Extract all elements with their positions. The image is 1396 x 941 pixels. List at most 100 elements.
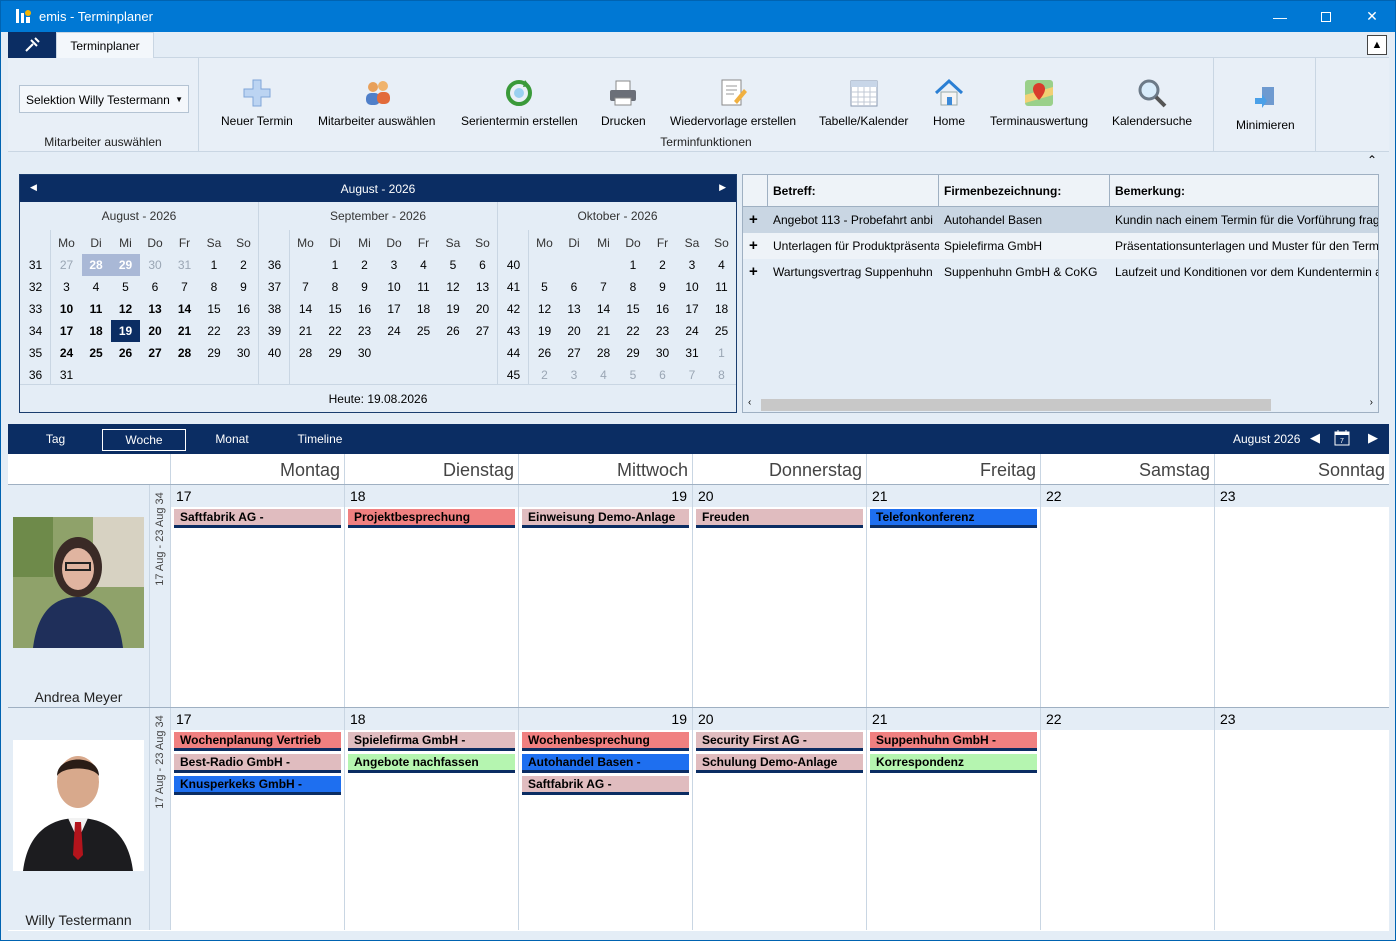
week-number[interactable]: 32 [21,276,50,298]
calendar-day[interactable]: 3 [678,254,707,276]
calendar-day[interactable]: 9 [229,276,258,298]
appointment[interactable]: Angebote nachfassen [348,754,515,773]
calendar-day[interactable]: 11 [82,298,111,320]
today-label[interactable]: Heute: 19.08.2026 [20,384,736,412]
calendar-day[interactable]: 27 [468,320,497,342]
calendar-day[interactable]: 16 [350,298,379,320]
calendar-day[interactable]: 13 [560,298,589,320]
week-number[interactable]: 40 [260,342,289,364]
tab-timeline[interactable]: Timeline [284,429,356,451]
calendar-day[interactable]: 24 [52,342,81,364]
calendar-day[interactable]: 26 [439,320,468,342]
create-recurring-button[interactable]: Serientermin erstellen [461,76,578,128]
week-number[interactable]: 33 [21,298,50,320]
week-number[interactable]: 40 [499,254,528,276]
print-button[interactable]: Drucken [601,76,646,128]
calendar-day[interactable]: 9 [648,276,677,298]
day-cell[interactable]: 19 Wochenbesprechung Autohandel Basen - Saf… [518,708,692,930]
tab-month[interactable]: Monat [203,429,261,451]
calendar-day[interactable]: 5 [111,276,140,298]
calendar-search-button[interactable]: Kalendersuche [1112,76,1192,128]
day-cell[interactable]: 20 Freuden [692,485,866,707]
appointment[interactable]: Best-Radio GmbH - [174,754,341,773]
calendar-day[interactable]: 27 [141,342,170,364]
calendar-day[interactable]: 29 [200,342,229,364]
expand-row-icon[interactable]: + [749,263,758,280]
appointment[interactable]: Korrespondenz [870,754,1037,773]
calendar-day[interactable]: 12 [439,276,468,298]
calendar-day[interactable]: 28 [589,342,618,364]
calendar-day[interactable]: 26 [111,342,140,364]
home-button[interactable]: Home [932,76,966,128]
minimize-window-button[interactable]: — [1257,1,1303,32]
scrollbar-thumb[interactable] [761,399,1271,411]
calendar-day[interactable]: 3 [380,254,409,276]
calendar-day[interactable]: 5 [619,364,648,386]
appointment[interactable]: Schulung Demo-Anlage [696,754,863,773]
calendar-day[interactable]: 2 [530,364,559,386]
collapse-panel-chevron-icon[interactable]: ⌃ [1367,153,1377,167]
calendar-day[interactable]: 29 [619,342,648,364]
day-cell[interactable]: 20 Security First AG - Schulung Demo-Anlag… [692,708,866,930]
calendar-day[interactable]: 9 [350,276,379,298]
calendar-day[interactable]: 10 [380,276,409,298]
appointment[interactable]: Saftfabrik AG - [522,776,689,795]
calendar-day[interactable]: 2 [648,254,677,276]
week-number[interactable]: 38 [260,298,289,320]
expand-row-icon[interactable]: + [749,237,758,254]
date-picker-icon[interactable]: 7 [1334,429,1350,449]
calendar-day[interactable]: 14 [170,298,199,320]
appointment[interactable]: Spielefirma GmbH - [348,732,515,751]
calendar-day[interactable]: 12 [111,298,140,320]
calendar-day[interactable]: 19 [111,320,140,342]
calendar-day[interactable]: 22 [200,320,229,342]
calendar-day[interactable]: 7 [678,364,707,386]
calendar-day[interactable]: 26 [530,342,559,364]
calendar-day[interactable]: 8 [200,276,229,298]
calendar-day[interactable]: 12 [530,298,559,320]
calendar-day[interactable]: 15 [619,298,648,320]
calendar-day[interactable]: 16 [229,298,258,320]
calendar-day[interactable]: 25 [409,320,438,342]
day-cell[interactable]: 21 Telefonkonferenz [866,485,1040,707]
calendar-day[interactable]: 13 [141,298,170,320]
week-number[interactable]: 39 [260,320,289,342]
calendar-day[interactable]: 3 [52,276,81,298]
calendar-day[interactable]: 3 [560,364,589,386]
calendar-day[interactable]: 5 [439,254,468,276]
scroll-left-icon[interactable]: ‹ [748,397,751,408]
calendar-day[interactable]: 6 [560,276,589,298]
calendar-day[interactable]: 15 [321,298,350,320]
tab-day[interactable]: Tag [28,429,83,451]
week-number[interactable]: 34 [21,320,50,342]
column-header-subject[interactable]: Betreff: [768,175,939,207]
calendar-day[interactable]: 17 [678,298,707,320]
calendar-day[interactable]: 20 [468,298,497,320]
calendar-day[interactable]: 1 [707,342,736,364]
tab-terminplaner[interactable]: Terminplaner [56,32,154,59]
calendar-day[interactable]: 7 [589,276,618,298]
calendar-day[interactable]: 5 [530,276,559,298]
calendar-day[interactable]: 4 [82,276,111,298]
calendar-day[interactable]: 27 [52,254,81,276]
day-cell[interactable]: 23 [1214,708,1389,930]
calendar-day[interactable]: 30 [141,254,170,276]
calendar-day[interactable]: 4 [707,254,736,276]
minimize-ribbon-button[interactable]: Minimieren [1236,80,1295,132]
calendar-day[interactable]: 8 [619,276,648,298]
appointment[interactable]: Projektbesprechung [348,509,515,528]
calendar-day[interactable]: 30 [648,342,677,364]
calendar-day[interactable]: 14 [589,298,618,320]
week-number[interactable]: 44 [499,342,528,364]
calendar-day[interactable]: 23 [350,320,379,342]
calendar-day[interactable]: 7 [170,276,199,298]
table-calendar-button[interactable]: Tabelle/Kalender [819,76,908,128]
week-number[interactable]: 36 [260,254,289,276]
calendar-day[interactable]: 21 [589,320,618,342]
calendar-day[interactable]: 6 [468,254,497,276]
collapse-ribbon-button[interactable]: ▲ [1367,35,1387,55]
calendar-day[interactable]: 23 [229,320,258,342]
calendar-day[interactable]: 1 [200,254,229,276]
calendar-day[interactable]: 6 [141,276,170,298]
calendar-day[interactable]: 10 [52,298,81,320]
